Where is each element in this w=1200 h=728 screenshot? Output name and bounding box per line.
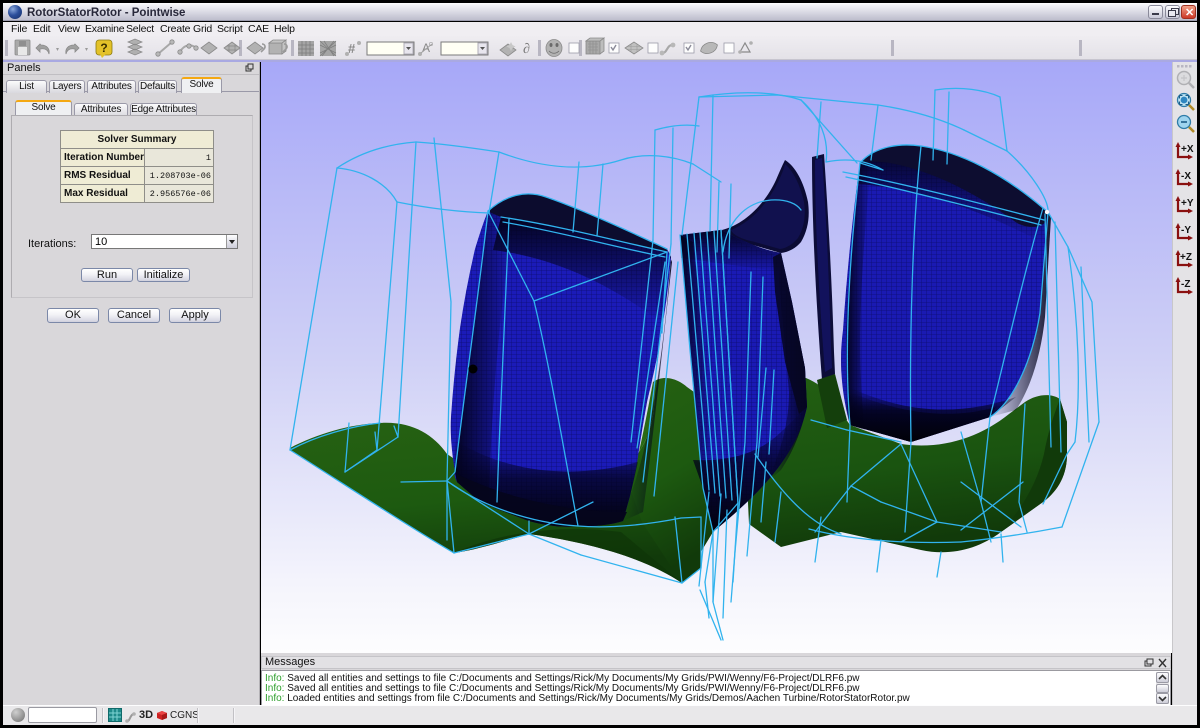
- svg-text:-Z: -Z: [1181, 279, 1190, 290]
- svg-text:+Y: +Y: [1181, 198, 1194, 209]
- svg-text:-X: -X: [1181, 171, 1191, 182]
- svg-text:?: ?: [100, 41, 107, 55]
- svg-text:+Z: +Z: [1180, 252, 1192, 263]
- svg-text:#: #: [348, 41, 356, 56]
- svg-text:A: A: [422, 41, 430, 55]
- svg-text:+X: +X: [1181, 144, 1194, 155]
- svg-text:∂: ∂: [523, 42, 530, 57]
- svg-text:-Y: -Y: [1181, 225, 1191, 236]
